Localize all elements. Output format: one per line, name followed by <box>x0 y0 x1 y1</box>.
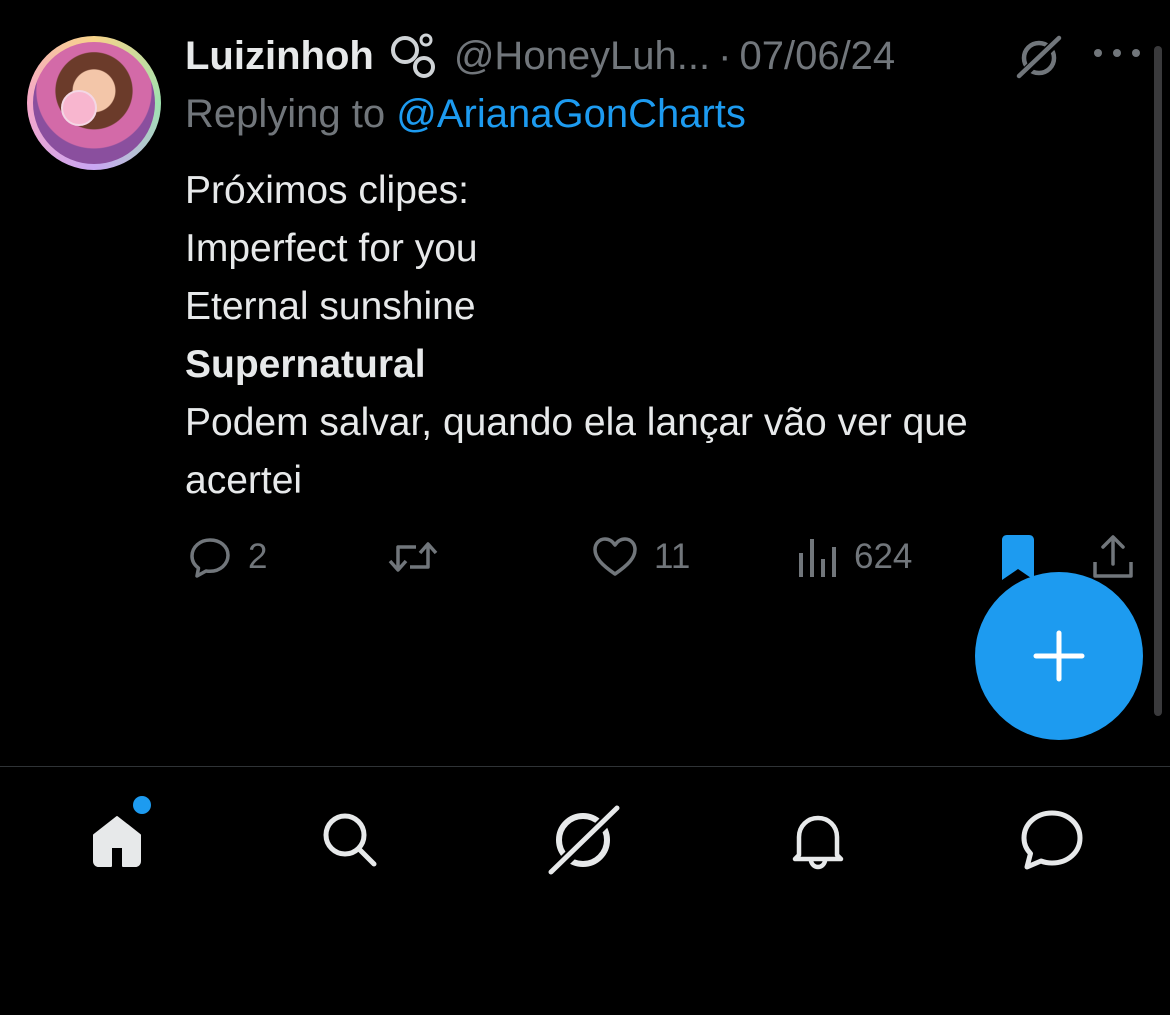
views-button[interactable]: 624 <box>796 527 912 587</box>
tab-grok[interactable] <box>543 800 623 880</box>
tweet-date[interactable]: 07/06/24 <box>739 34 895 79</box>
tweet-text: Próximos clipes: Imperfect for you Etern… <box>185 162 1125 510</box>
more-icon[interactable] <box>1094 46 1140 60</box>
reply-icon <box>190 538 230 578</box>
avatar[interactable] <box>27 36 161 170</box>
home-notification-dot <box>133 796 151 814</box>
grok-icon[interactable] <box>1014 34 1064 80</box>
like-button[interactable]: 11 <box>590 527 690 587</box>
compose-button[interactable] <box>975 572 1143 740</box>
retweet-button[interactable] <box>386 527 454 587</box>
tab-messages[interactable] <box>1012 800 1092 880</box>
tweet-text-line: Podem salvar, quando ela lançar vão ver … <box>185 401 968 444</box>
tweet-text-line-bold: Supernatural <box>185 343 426 386</box>
tabbar-divider <box>0 766 1170 767</box>
reply-count: 2 <box>248 537 268 576</box>
avatar-image <box>33 42 155 164</box>
messages-icon <box>1021 810 1083 870</box>
views-icon <box>799 539 836 577</box>
avatar-gum-bubble <box>61 90 97 126</box>
author-display-name[interactable]: Luizinhoh <box>185 34 374 79</box>
scrollbar[interactable] <box>1154 46 1162 716</box>
views-count: 624 <box>854 537 913 576</box>
author-handle[interactable]: @HoneyLuh... <box>454 34 710 79</box>
like-icon <box>593 537 637 576</box>
retweet-icon <box>388 542 438 572</box>
tweet-text-line: Imperfect for you <box>185 227 478 270</box>
tweet-actions: 2 11 624 <box>0 527 1170 587</box>
tweet-text-line: Próximos clipes: <box>185 169 469 212</box>
replying-to-mention[interactable]: @ArianaGonCharts <box>396 92 746 136</box>
bubbles-icon <box>390 33 435 78</box>
header-separator: · <box>718 33 732 78</box>
tweet-screen: Luizinhoh @HoneyLuh... · 07/06/24 Replyi… <box>0 0 1170 1015</box>
search-icon <box>323 813 377 867</box>
reply-button[interactable]: 2 <box>186 527 267 587</box>
plus-icon <box>1033 630 1085 682</box>
replying-to-label: Replying to <box>185 92 397 136</box>
tab-search[interactable] <box>310 800 390 880</box>
tweet-text-line: acertei <box>185 459 303 502</box>
bookmark-icon <box>1002 535 1034 580</box>
tweet-text-line: Eternal sunshine <box>185 285 476 328</box>
tab-notifications[interactable] <box>778 800 858 880</box>
share-button[interactable] <box>1090 527 1136 587</box>
tweet-header: Luizinhoh @HoneyLuh... · 07/06/24 <box>185 28 895 84</box>
share-icon <box>1093 535 1133 578</box>
like-count: 11 <box>654 537 691 576</box>
home-icon <box>93 816 141 867</box>
grok-icon <box>546 803 621 878</box>
replying-to-line: Replying to @ArianaGonCharts <box>185 92 746 137</box>
notifications-icon <box>792 815 844 870</box>
